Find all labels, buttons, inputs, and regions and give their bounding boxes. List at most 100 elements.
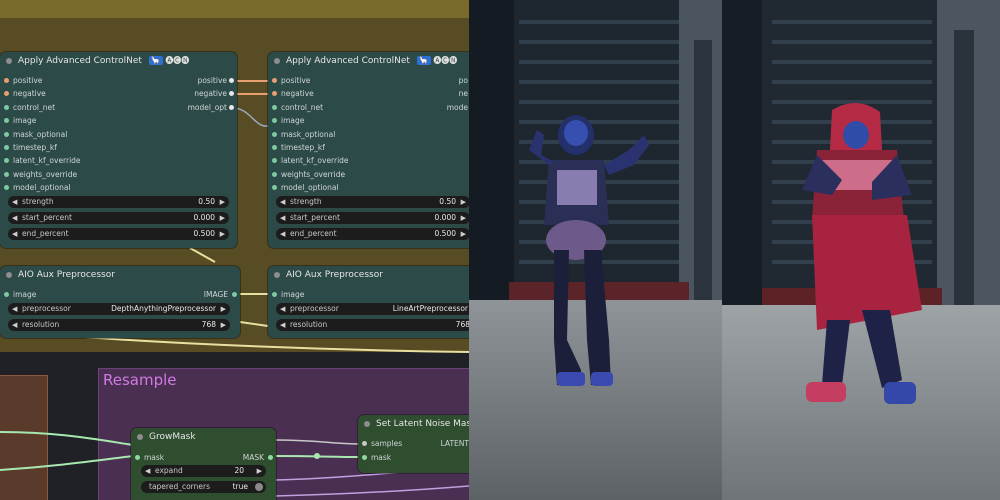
input-socket[interactable]: [4, 118, 9, 124]
input-model-optional[interactable]: model_optional: [0, 181, 237, 194]
input-timestep-kf[interactable]: timestep_kf: [268, 141, 469, 154]
next-arrow-icon[interactable]: ▶: [220, 212, 225, 224]
preprocessor-combo[interactable]: ◀ preprocessor LineArtPreprocessor: [276, 303, 469, 315]
input-socket[interactable]: [4, 292, 9, 297]
input-socket[interactable]: [272, 118, 277, 124]
prev-arrow-icon[interactable]: ◀: [12, 196, 17, 208]
next-arrow-icon[interactable]: ▶: [220, 196, 225, 208]
input-latent-kf-override[interactable]: latent_kf_override: [268, 154, 469, 167]
end-percent-slider[interactable]: ◀ end_percent 0.500 ▶: [276, 228, 469, 240]
input-socket[interactable]: [135, 455, 140, 460]
input-weights-override[interactable]: weights_override: [0, 168, 237, 181]
node-title: Set Latent Noise Mask: [376, 419, 469, 429]
input-socket[interactable]: [272, 185, 277, 191]
next-arrow-icon[interactable]: ▶: [257, 465, 262, 477]
input-mask[interactable]: mask MASK: [131, 451, 276, 464]
node-header[interactable]: AIO Aux Preprocessor: [0, 266, 240, 284]
input-socket[interactable]: [4, 145, 9, 150]
collapse-dot[interactable]: [274, 58, 280, 64]
input-socket[interactable]: [362, 441, 367, 446]
growmask-node[interactable]: GrowMask mask MASK ◀ expand 20 ▶ tapered…: [131, 428, 276, 500]
input-weights-override[interactable]: weights_override: [268, 168, 469, 181]
collapse-dot[interactable]: [137, 434, 143, 440]
prev-arrow-icon[interactable]: ◀: [145, 465, 150, 477]
output-socket[interactable]: [232, 292, 237, 297]
node-header[interactable]: GrowMask: [131, 428, 276, 446]
collapse-dot[interactable]: [364, 421, 370, 427]
output-0[interactable]: po: [268, 74, 468, 87]
input-socket[interactable]: [272, 145, 277, 150]
collapse-dot[interactable]: [6, 272, 12, 278]
input-socket[interactable]: [362, 455, 367, 460]
input-label: latent_kf_override: [281, 156, 349, 166]
prev-arrow-icon[interactable]: ◀: [280, 303, 285, 315]
prev-arrow-icon[interactable]: ◀: [12, 319, 17, 331]
apply-controlnet-node-1[interactable]: Apply Advanced ControlNet 🦙 🅐🅒🅝 positive…: [0, 52, 237, 248]
next-arrow-icon[interactable]: ▶: [221, 303, 226, 315]
input-socket[interactable]: [4, 171, 9, 177]
input-samples[interactable]: samples LATENT: [358, 437, 469, 450]
node-header[interactable]: Set Latent Noise Mask: [358, 415, 469, 433]
prev-arrow-icon[interactable]: ◀: [12, 228, 17, 240]
node-header[interactable]: Apply Advanced ControlNet 🦙 🅐🅒🅝: [268, 52, 469, 70]
output-1[interactable]: ne: [268, 87, 468, 100]
input-image[interactable]: image: [268, 114, 469, 127]
input-socket[interactable]: [4, 158, 9, 164]
input-mask-optional[interactable]: mask_optional: [0, 128, 237, 141]
collapse-dot[interactable]: [274, 272, 280, 278]
collapse-dot[interactable]: [6, 58, 12, 64]
apply-controlnet-node-2[interactable]: Apply Advanced ControlNet 🦙 🅐🅒🅝 positive…: [268, 52, 469, 248]
input-mask-optional[interactable]: mask_optional: [268, 128, 469, 141]
prev-arrow-icon[interactable]: ◀: [280, 212, 285, 224]
output-socket[interactable]: [229, 78, 234, 83]
prev-arrow-icon[interactable]: ◀: [12, 212, 17, 224]
output-socket[interactable]: [268, 455, 273, 460]
generated-image-hoodie: [722, 0, 1000, 500]
input-mask[interactable]: mask: [358, 451, 469, 464]
node-header[interactable]: AIO Aux Preprocessor: [268, 266, 469, 284]
next-arrow-icon[interactable]: ▶: [461, 212, 466, 224]
input-socket[interactable]: [272, 158, 277, 164]
next-arrow-icon[interactable]: ▶: [461, 228, 466, 240]
next-arrow-icon[interactable]: ▶: [461, 196, 466, 208]
prev-arrow-icon[interactable]: ◀: [280, 319, 285, 331]
start-percent-slider[interactable]: ◀ start_percent 0.000 ▶: [276, 212, 469, 224]
input-socket[interactable]: [4, 131, 9, 137]
output-0[interactable]: positive: [0, 74, 227, 87]
strength-slider[interactable]: ◀ strength 0.50 ▶: [276, 196, 469, 208]
prev-arrow-icon[interactable]: ◀: [280, 228, 285, 240]
expand-stepper[interactable]: ◀ expand 20 ▶: [141, 465, 266, 477]
input-socket[interactable]: [272, 171, 277, 177]
resolution-slider[interactable]: ◀ resolution 768 ▶: [8, 319, 230, 331]
input-socket[interactable]: [272, 292, 277, 297]
input-image[interactable]: image: [0, 114, 237, 127]
end-percent-slider[interactable]: ◀ end_percent 0.500 ▶: [8, 228, 229, 240]
set-latent-noise-mask-node[interactable]: Set Latent Noise Mask samples LATENT mas…: [358, 415, 469, 473]
next-arrow-icon[interactable]: ▶: [221, 319, 226, 331]
output-2[interactable]: mode: [268, 101, 468, 114]
input-socket[interactable]: [272, 131, 277, 137]
resolution-slider[interactable]: ◀ resolution 768: [276, 319, 469, 331]
tapered-corners-toggle[interactable]: tapered_corners true: [141, 481, 266, 493]
input-socket[interactable]: [4, 185, 9, 191]
generated-image-robot: [469, 0, 722, 500]
prev-arrow-icon[interactable]: ◀: [280, 196, 285, 208]
start-percent-slider[interactable]: ◀ start_percent 0.000 ▶: [8, 212, 229, 224]
next-arrow-icon[interactable]: ▶: [220, 228, 225, 240]
node-header[interactable]: Apply Advanced ControlNet 🦙 🅐🅒🅝: [0, 52, 237, 70]
input-timestep-kf[interactable]: timestep_kf: [0, 141, 237, 154]
output-2[interactable]: model_opt: [0, 101, 227, 114]
input-image[interactable]: image: [268, 288, 469, 301]
toggle-knob[interactable]: [255, 483, 263, 491]
input-model-optional[interactable]: model_optional: [268, 181, 469, 194]
output-socket[interactable]: [229, 104, 234, 110]
aio-preprocessor-node-1[interactable]: AIO Aux Preprocessor image IMAGE ◀ prepr…: [0, 266, 240, 338]
strength-slider[interactable]: ◀ strength 0.50 ▶: [8, 196, 229, 208]
output-1[interactable]: negative: [0, 87, 227, 100]
input-latent-kf-override[interactable]: latent_kf_override: [0, 154, 237, 167]
input-image[interactable]: image IMAGE: [0, 288, 240, 301]
preprocessor-combo[interactable]: ◀ preprocessor DepthAnythingPreprocessor…: [8, 303, 230, 315]
prev-arrow-icon[interactable]: ◀: [12, 303, 17, 315]
aio-preprocessor-node-2[interactable]: AIO Aux Preprocessor image ◀ preprocesso…: [268, 266, 469, 338]
node-graph-canvas[interactable]: Resample Apply Advanced ControlNet 🦙 🅐🅒🅝…: [0, 0, 469, 500]
